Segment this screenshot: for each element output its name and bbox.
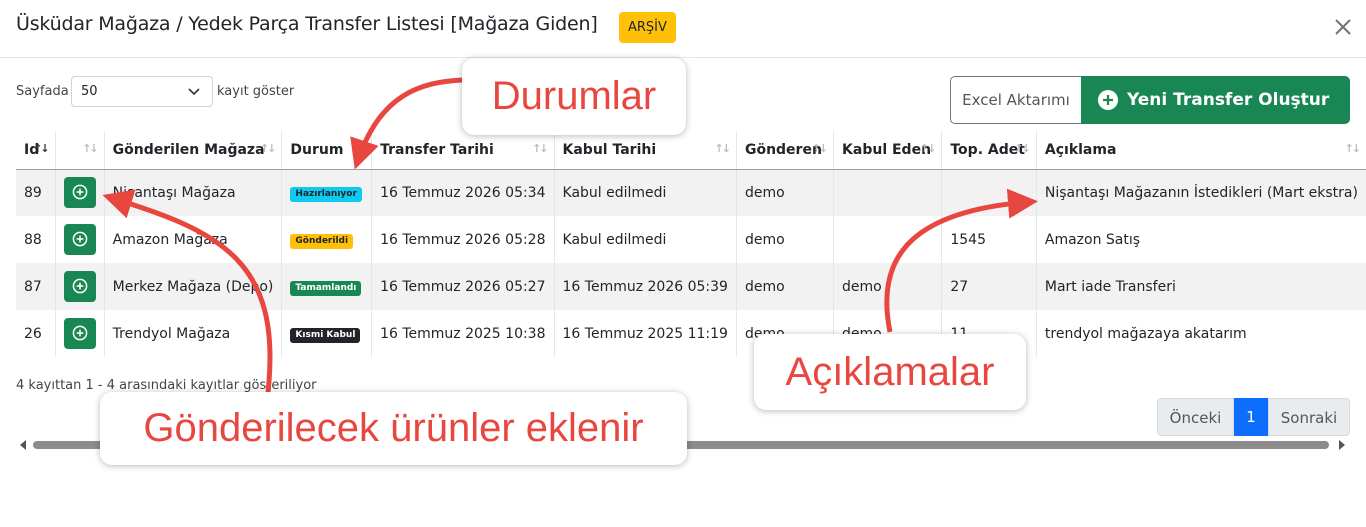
callout-urunler: Gönderilecek ürünler eklenir <box>100 392 687 465</box>
arrow-aciklamalar <box>884 188 1038 333</box>
callout-aciklamalar: Açıklamalar <box>754 334 1026 410</box>
callout-durumlar: Durumlar <box>462 58 686 135</box>
arrow-durumlar <box>350 77 463 170</box>
arrow-urunler <box>102 189 273 393</box>
